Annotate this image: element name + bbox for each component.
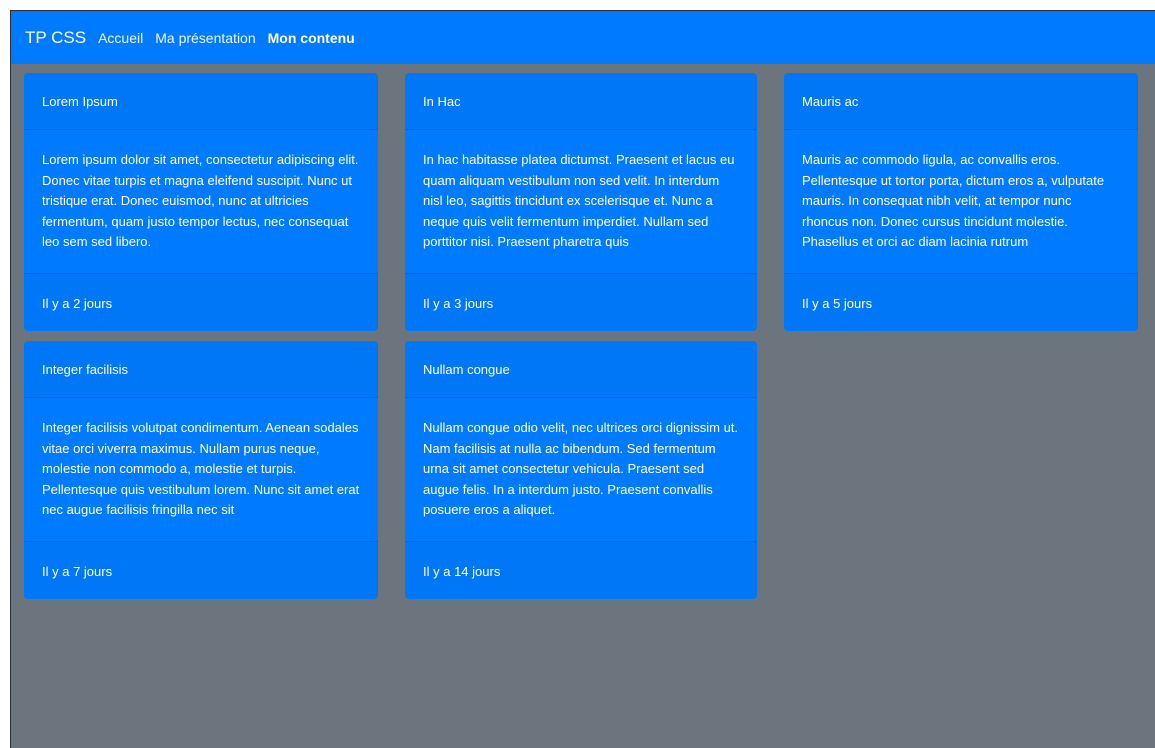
card-title: Integer facilisis	[24, 341, 378, 398]
card-footer: Il y a 5 jours	[784, 273, 1138, 331]
card-body: In hac habitasse platea dictumst. Praese…	[405, 130, 757, 273]
nav-link-mon-contenu[interactable]: Mon contenu	[268, 30, 355, 46]
card-footer: Il y a 3 jours	[405, 273, 757, 331]
card-title: Lorem Ipsum	[24, 73, 378, 130]
card-body: Integer facilisis volutpat condimentum. …	[24, 398, 378, 541]
card-mauris-ac: Mauris ac Mauris ac commodo ligula, ac c…	[784, 73, 1138, 331]
navbar-brand[interactable]: TP CSS	[25, 28, 86, 48]
card-text: Lorem ipsum dolor sit amet, consectetur …	[42, 152, 359, 250]
card-lorem-ipsum: Lorem Ipsum Lorem ipsum dolor sit amet, …	[24, 73, 378, 331]
card-body: Mauris ac commodo ligula, ac convallis e…	[784, 130, 1138, 273]
card-title: Nullam congue	[405, 341, 757, 398]
card-text: Nullam congue odio velit, nec ultrices o…	[423, 420, 739, 518]
nav-link-accueil[interactable]: Accueil	[98, 30, 143, 46]
card-body: Nullam congue odio velit, nec ultrices o…	[405, 398, 757, 541]
card-body: Lorem ipsum dolor sit amet, consectetur …	[24, 130, 378, 273]
card-title: In Hac	[405, 73, 757, 130]
card-footer: Il y a 14 jours	[405, 541, 757, 599]
navbar: TP CSS Accueil Ma présentation Mon conte…	[11, 11, 1155, 64]
card-nullam-congue: Nullam congue Nullam congue odio velit, …	[405, 341, 757, 599]
card-title: Mauris ac	[784, 73, 1138, 130]
page-frame: TP CSS Accueil Ma présentation Mon conte…	[10, 10, 1155, 748]
card-text: In hac habitasse platea dictumst. Praese…	[423, 152, 735, 250]
card-text: Mauris ac commodo ligula, ac convallis e…	[802, 152, 1105, 250]
card-text: Integer facilisis volutpat condimentum. …	[42, 420, 360, 518]
card-in-hac: In Hac In hac habitasse platea dictumst.…	[405, 73, 757, 331]
card-integer-facilisis: Integer facilisis Integer facilisis volu…	[24, 341, 378, 599]
card-footer: Il y a 2 jours	[24, 273, 378, 331]
nav-link-ma-presentation[interactable]: Ma présentation	[155, 30, 255, 46]
card-footer: Il y a 7 jours	[24, 541, 378, 599]
card-grid: Lorem Ipsum Lorem ipsum dolor sit amet, …	[11, 64, 1155, 599]
